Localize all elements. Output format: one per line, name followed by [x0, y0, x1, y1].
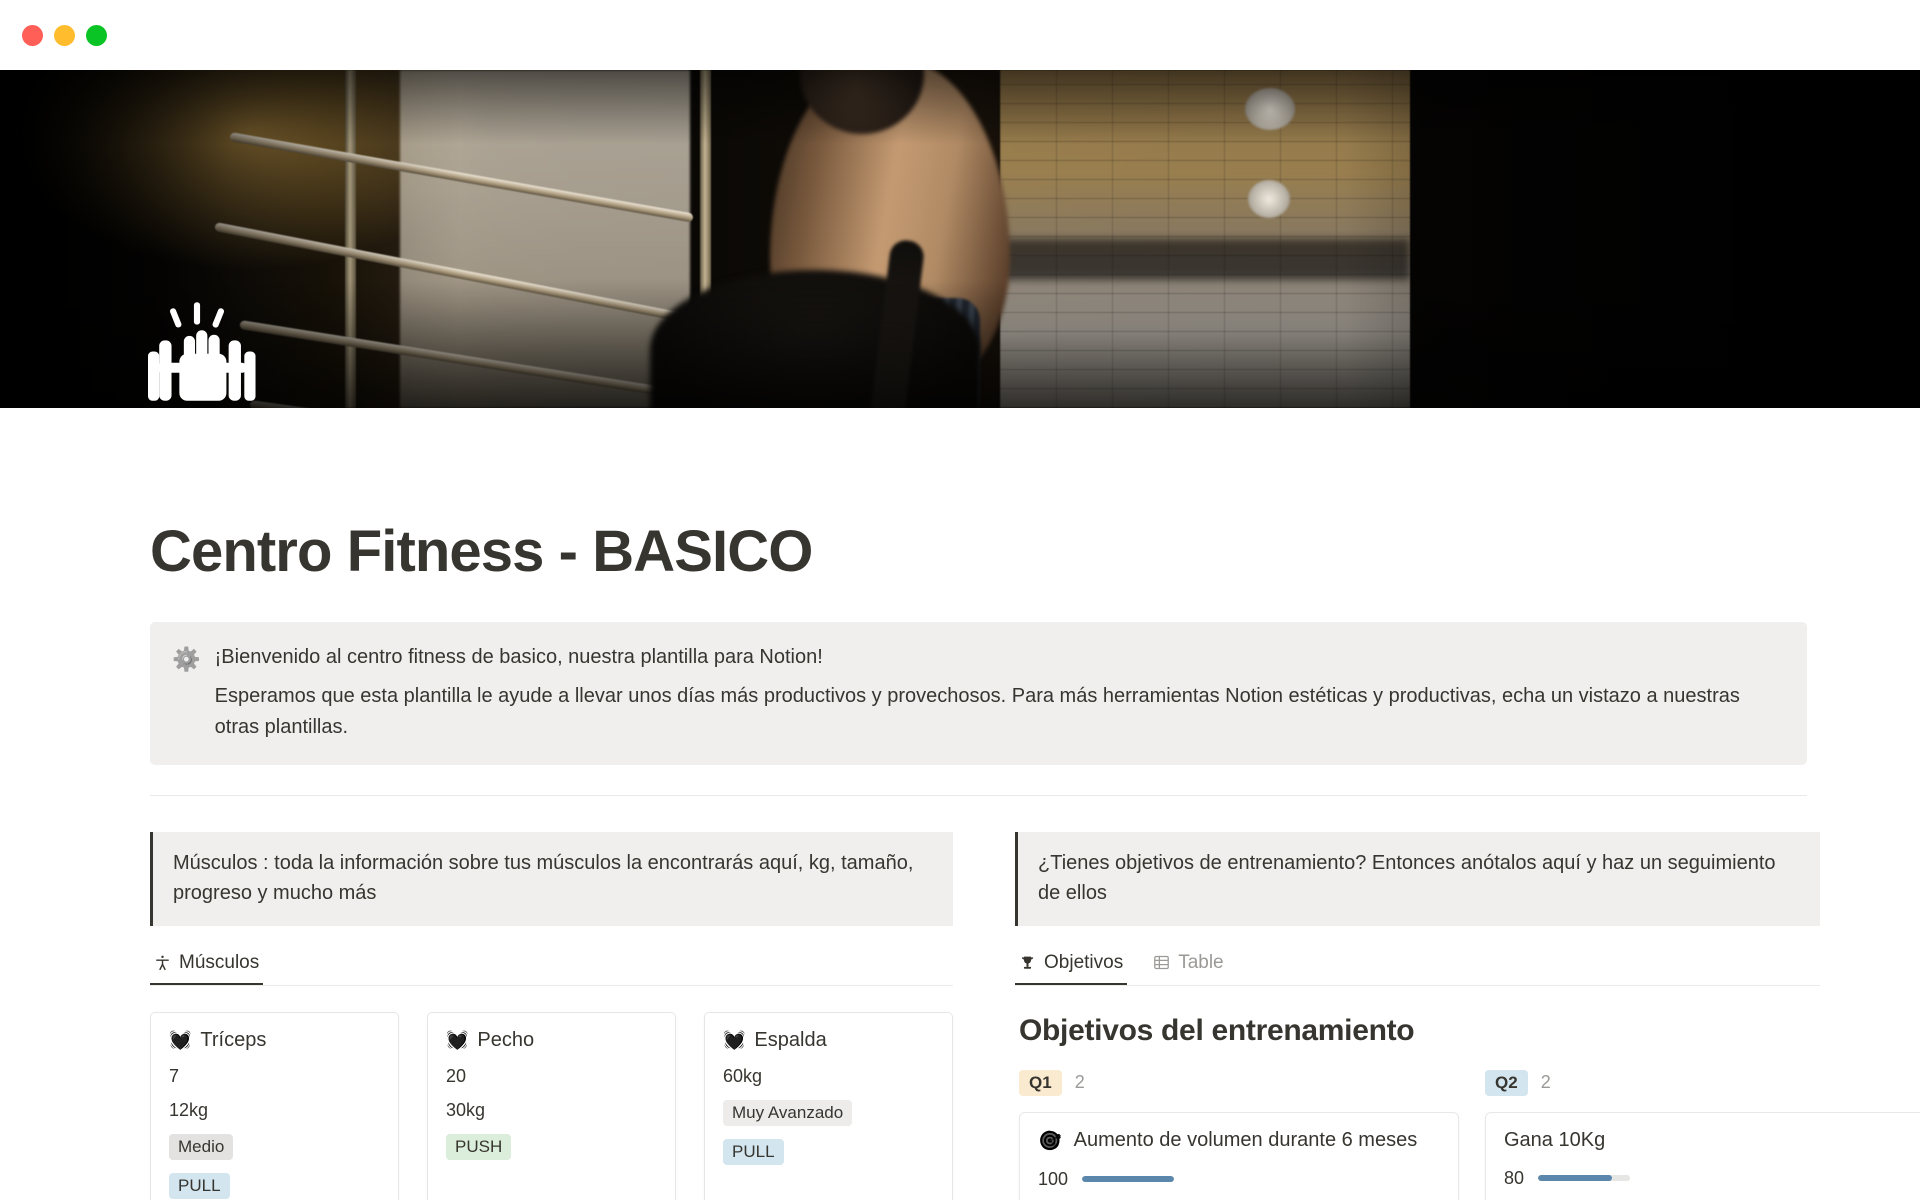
muscle-card-title: 💓 Espalda — [723, 1029, 934, 1052]
musculos-quote: Músculos : toda la información sobre tus… — [150, 831, 953, 926]
q1-count: 2 — [1074, 1072, 1085, 1093]
two-column-layout: Músculos : toda la información sobre tus… — [150, 831, 1920, 1200]
board-group-header: Q1 2 — [1019, 1069, 1459, 1096]
goal-title: Aumento de volumen durante 6 meses — [1073, 1129, 1418, 1152]
tab-objetivos[interactable]: Objetivos — [1015, 946, 1128, 985]
muscle-weight: 60kg — [723, 1065, 763, 1086]
goal-card-gana-10kg[interactable]: Gana 10Kg 80 — [1485, 1111, 1920, 1200]
board-group-q1: Q1 2 🎯 Aumento de volumen durante 6 mese… — [1019, 1069, 1459, 1200]
tab-musculos-label: Músculos — [179, 951, 260, 973]
muscle-type-tag: PULL — [723, 1138, 784, 1165]
window-close-button[interactable] — [22, 24, 43, 46]
tab-objetivos-label: Objetivos — [1044, 951, 1124, 973]
heart-pulse-icon: 💓 — [169, 1029, 192, 1050]
person-accessibility-icon — [154, 954, 171, 972]
muscle-weight: 12kg — [169, 1099, 209, 1120]
musculos-tabbar: Músculos — [150, 946, 953, 986]
musculos-card-list: 💓 Tríceps 7 12kg Medio PULL 💓 Pecho 20 3… — [150, 1011, 953, 1200]
goal-progress-value: 80 — [1504, 1167, 1525, 1188]
goal-progress-value: 100 — [1038, 1168, 1069, 1189]
goal-progress: 100 — [1038, 1169, 1440, 1190]
muscle-reps: 7 — [169, 1065, 180, 1086]
callout-line-1: ¡Bienvenido al centro fitness de basico,… — [214, 645, 823, 668]
callout-line-2: Esperamos que esta plantilla le ayude a … — [214, 684, 1740, 738]
gear-icon: ⚙️ — [172, 645, 201, 672]
q1-badge[interactable]: Q1 — [1019, 1069, 1062, 1096]
target-icon: 🎯 — [1038, 1130, 1062, 1152]
muscle-name: Espalda — [754, 1028, 827, 1051]
muscle-card-triceps[interactable]: 💓 Tríceps 7 12kg Medio PULL — [150, 1011, 399, 1200]
page-title: Centro Fitness - BASICO — [150, 519, 813, 584]
board-title: Objetivos del entrenamiento — [1019, 1013, 1415, 1047]
section-divider — [150, 794, 1807, 796]
page-body: Centro Fitness - BASICO ⚙️ ¡Bienvenido a… — [0, 520, 1920, 1200]
raised-hand-with-sparkles-icon[interactable] — [148, 300, 260, 408]
muscle-type-tag: PUSH — [446, 1133, 512, 1160]
goal-title-row: 🎯 Aumento de volumen durante 6 meses — [1038, 1129, 1440, 1153]
trophy-icon — [1019, 954, 1036, 972]
muscle-type-tag: PULL — [169, 1172, 230, 1199]
objetivos-column: ¿Tienes objetivos de entrenamiento? Ento… — [1015, 831, 1920, 1200]
window-titlebar — [0, 0, 1920, 70]
tab-musculos[interactable]: Músculos — [150, 946, 264, 985]
goal-card-volumen[interactable]: 🎯 Aumento de volumen durante 6 meses 100 — [1019, 1111, 1459, 1200]
q2-count: 2 — [1540, 1072, 1551, 1093]
tab-table-label: Table — [1178, 951, 1224, 973]
goal-title: Gana 10Kg — [1504, 1128, 1606, 1151]
goal-progress-bar — [1082, 1176, 1175, 1183]
goal-title-row: Gana 10Kg — [1504, 1129, 1906, 1152]
muscle-name: Tríceps — [200, 1028, 267, 1051]
heart-pulse-icon: 💓 — [446, 1029, 469, 1050]
muscle-weight: 30kg — [446, 1099, 486, 1120]
muscle-card-espalda[interactable]: 💓 Espalda 60kg Muy Avanzado PULL — [704, 1011, 953, 1200]
goal-progress: 80 — [1504, 1168, 1906, 1189]
muscle-level-tag: Medio — [169, 1133, 234, 1160]
muscle-card-pecho[interactable]: 💓 Pecho 20 30kg PUSH — [427, 1011, 676, 1200]
objetivos-quote: ¿Tienes objetivos de entrenamiento? Ento… — [1015, 831, 1820, 926]
board-group-header: Q2 2 — [1485, 1069, 1920, 1096]
objetivos-tabbar: Objetivos Table — [1015, 946, 1820, 986]
page-cover-banner[interactable] — [0, 70, 1920, 408]
tab-table[interactable]: Table — [1149, 946, 1227, 985]
muscle-name: Pecho — [477, 1028, 535, 1051]
gym-photo — [0, 70, 1920, 408]
welcome-callout: ⚙️ ¡Bienvenido al centro fitness de basi… — [150, 621, 1807, 765]
heart-pulse-icon: 💓 — [723, 1029, 746, 1050]
q2-badge[interactable]: Q2 — [1485, 1069, 1528, 1096]
muscle-card-title: 💓 Pecho — [446, 1029, 657, 1052]
table-icon — [1153, 954, 1170, 971]
objetivos-board: Q1 2 🎯 Aumento de volumen durante 6 mese… — [1015, 1069, 1920, 1200]
muscle-card-title: 💓 Tríceps — [169, 1029, 380, 1052]
musculos-column: Músculos : toda la información sobre tus… — [150, 831, 953, 1200]
goal-progress-bar — [1538, 1175, 1631, 1182]
window-minimize-button[interactable] — [54, 24, 75, 46]
window-zoom-button[interactable] — [86, 24, 107, 46]
muscle-level-tag: Muy Avanzado — [723, 1099, 853, 1126]
muscle-reps: 20 — [446, 1065, 467, 1086]
board-group-q2: Q2 2 Gana 10Kg 80 — [1485, 1069, 1920, 1200]
